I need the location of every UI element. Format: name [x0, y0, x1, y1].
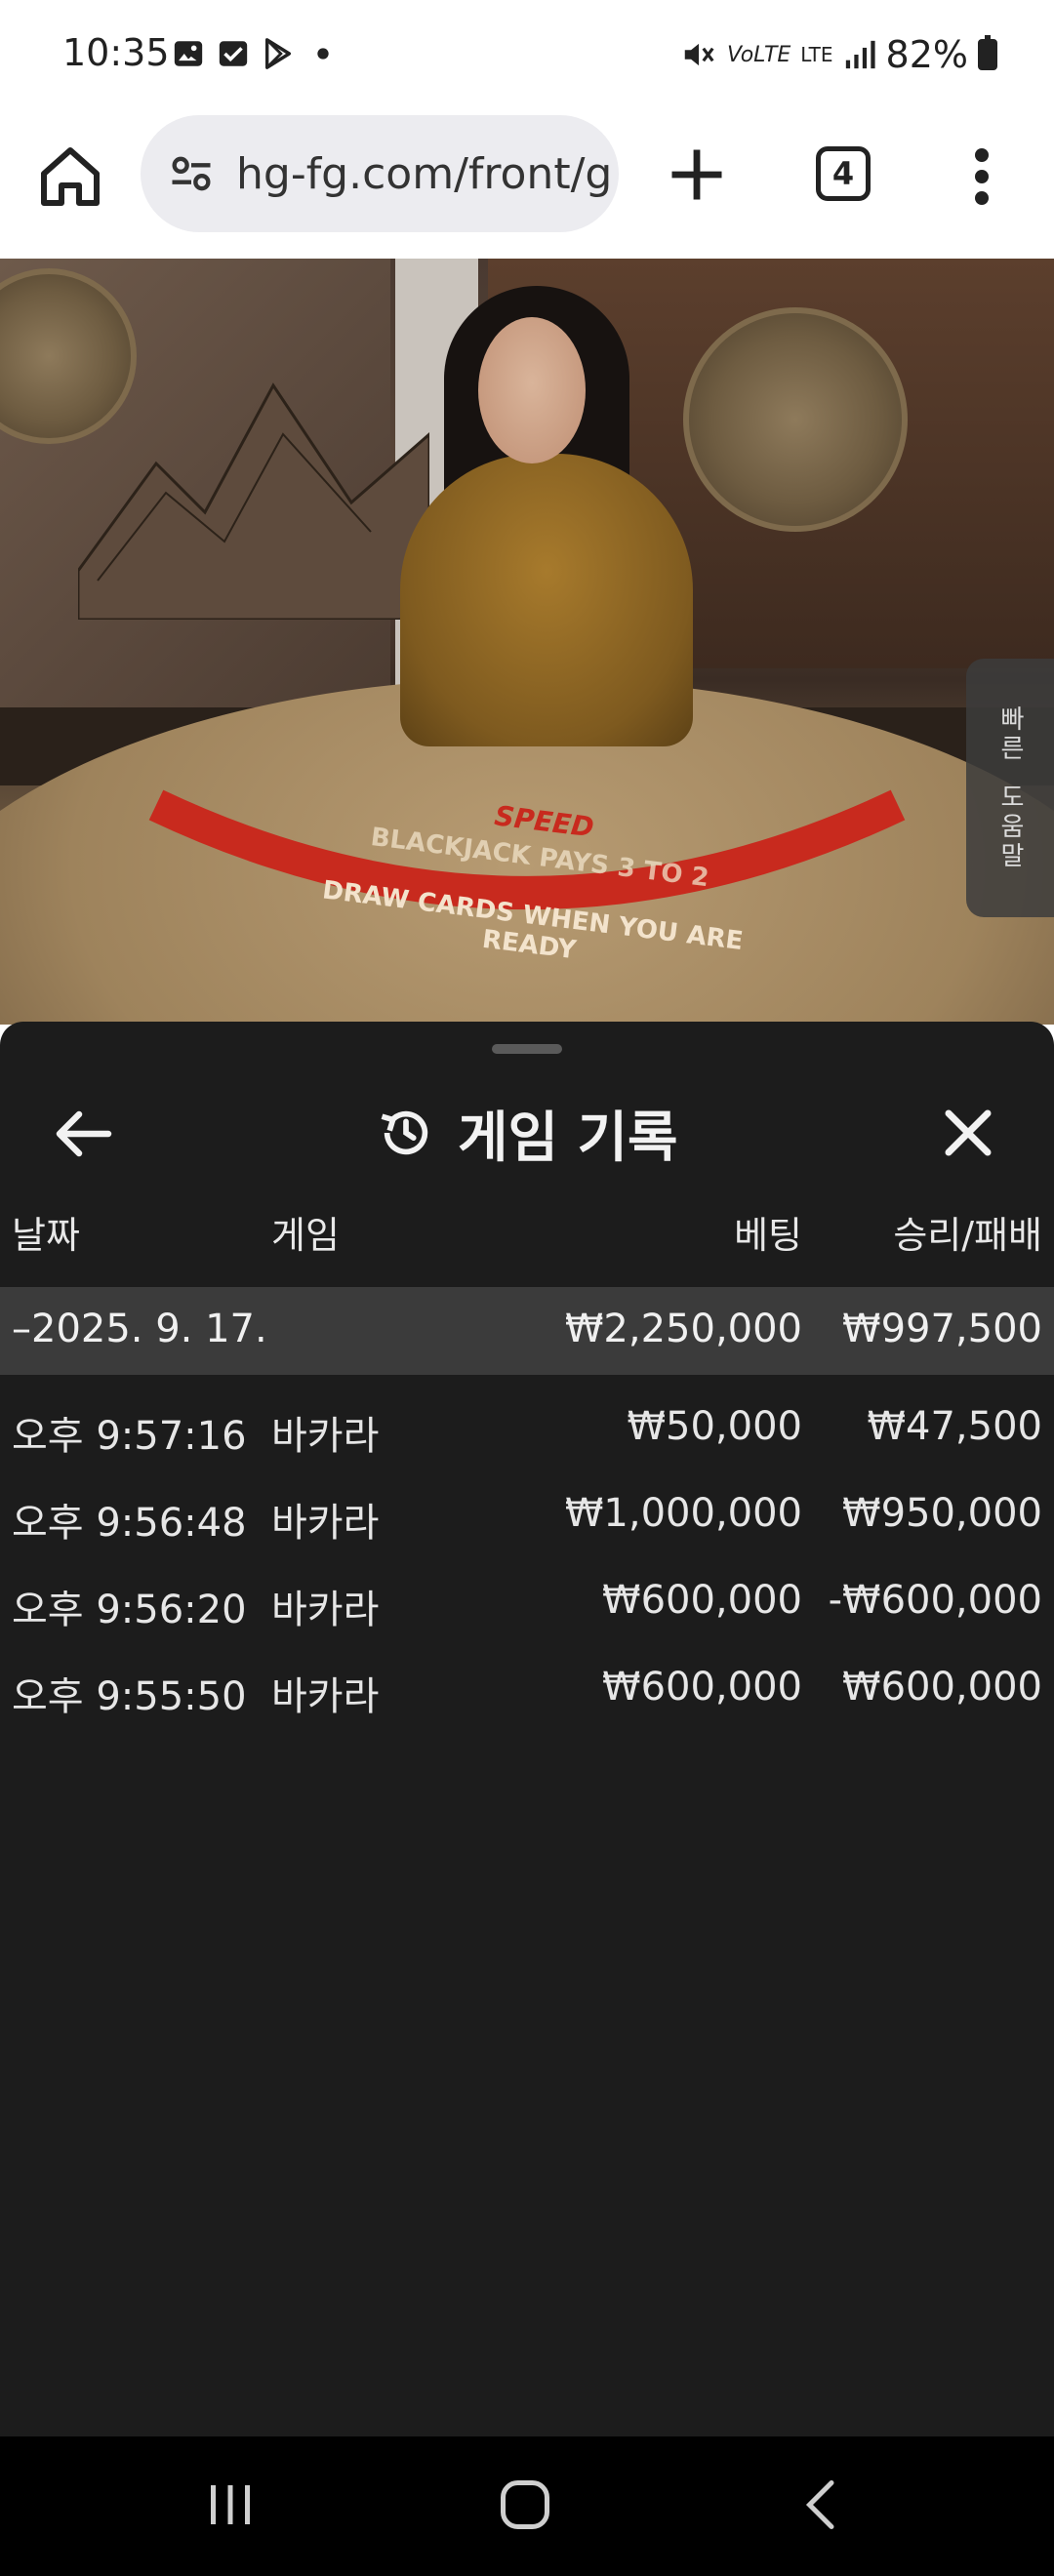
url-text[interactable]: hg-fg.com/front/g: [236, 149, 612, 199]
row-time: 오후 9:55:50: [12, 1674, 247, 1719]
tab-switcher-button[interactable]: 4: [816, 146, 871, 201]
recent-apps-icon[interactable]: [201, 2475, 260, 2534]
table-row[interactable]: 오후 9:56:48 바카라 ₩1,000,000 ₩950,000: [0, 1471, 1054, 1558]
back-nav-icon[interactable]: [792, 2475, 851, 2534]
new-tab-icon[interactable]: [664, 141, 730, 208]
home-icon[interactable]: [35, 141, 105, 212]
notification-icons: [172, 37, 340, 70]
header-bet: 베팅: [734, 1214, 802, 1257]
close-icon[interactable]: [939, 1104, 997, 1162]
quick-help-label-2: 도움말: [995, 783, 1025, 871]
row-game: 바카라: [271, 1588, 380, 1632]
decor-medal-right: [683, 307, 908, 532]
row-game: 바카라: [271, 1501, 380, 1546]
row-win-loss: -₩600,000: [828, 1578, 1042, 1623]
lte-icon: LTE: [800, 43, 833, 66]
row-time: 오후 9:56:20: [12, 1588, 247, 1632]
table-row[interactable]: 오후 9:57:16 바카라 ₩50,000 ₩47,500: [0, 1385, 1054, 1471]
quick-help-tab[interactable]: 빠른 도움말: [966, 659, 1054, 917]
quick-help-label-1: 빠른: [995, 704, 1025, 764]
row-win-loss: ₩47,500: [867, 1404, 1042, 1449]
sheet-title-group: 게임 기록: [376, 1094, 678, 1172]
table-row[interactable]: 오후 9:56:20 바카라 ₩600,000 -₩600,000: [0, 1558, 1054, 1645]
mountain-mural: [78, 382, 429, 620]
battery-percent: 82%: [885, 33, 968, 76]
system-nav-bar: [0, 2436, 1054, 2576]
system-status: VoLTE LTE 82%: [680, 33, 997, 76]
header-game: 게임: [271, 1214, 340, 1257]
row-game: 바카라: [271, 1414, 380, 1459]
row-bet: ₩600,000: [602, 1578, 802, 1623]
sheet-drag-handle[interactable]: [492, 1044, 562, 1054]
status-bar: 10:35 VoLTE LTE 82%: [0, 0, 1054, 112]
checkbox-icon: [219, 41, 248, 66]
history-rows: 오후 9:57:16 바카라 ₩50,000 ₩47,500 오후 9:56:4…: [0, 1385, 1054, 1732]
browser-toolbar: hg-fg.com/front/g 4: [0, 112, 1054, 259]
home-nav-icon[interactable]: [496, 2475, 554, 2534]
site-settings-icon[interactable]: [166, 148, 217, 199]
volte-icon: VoLTE: [726, 42, 791, 67]
status-time: 10:35: [62, 31, 170, 74]
header-date: 날짜: [12, 1214, 80, 1257]
history-icon: [381, 1110, 428, 1155]
row-win-loss: ₩600,000: [842, 1665, 1042, 1710]
live-dealer-video[interactable]: SPEED BLACKJACK PAYS 3 TO 2 DRAW CARDS W…: [0, 259, 1054, 1025]
dot-icon: [317, 48, 329, 60]
row-time: 오후 9:56:48: [12, 1501, 247, 1546]
dealer-head: [478, 317, 586, 463]
row-time: 오후 9:57:16: [12, 1414, 247, 1459]
signal-icon: [845, 40, 875, 69]
back-arrow-icon[interactable]: [55, 1109, 113, 1158]
row-bet: ₩600,000: [602, 1665, 802, 1710]
dealer-body: [400, 454, 693, 746]
sheet-header: 게임 기록: [0, 1080, 1054, 1187]
table-row[interactable]: 오후 9:55:50 바카라 ₩600,000 ₩600,000: [0, 1645, 1054, 1732]
sheet-title: 게임 기록: [458, 1106, 678, 1170]
summary-bet: ₩2,250,000: [564, 1307, 802, 1351]
row-bet: ₩50,000: [627, 1404, 802, 1449]
mute-icon: [684, 43, 714, 66]
battery-icon: [978, 35, 997, 70]
address-bar[interactable]: hg-fg.com/front/g: [141, 115, 619, 232]
day-summary-row[interactable]: –2025. 9. 17. ₩2,250,000 ₩997,500: [0, 1287, 1054, 1375]
table-header: 날짜 게임 베팅 승리/패배: [0, 1205, 1054, 1283]
row-win-loss: ₩950,000: [842, 1491, 1042, 1536]
summary-date: –2025. 9. 17.: [12, 1307, 267, 1351]
gallery-icon: [174, 41, 203, 66]
row-game: 바카라: [271, 1674, 380, 1719]
game-history-sheet: 게임 기록 날짜 게임 베팅 승리/패배 –2025. 9. 17. ₩2,25…: [0, 1022, 1054, 2436]
more-menu-icon[interactable]: [962, 147, 1001, 206]
row-bet: ₩1,000,000: [564, 1491, 802, 1536]
summary-win-loss: ₩997,500: [842, 1307, 1042, 1351]
play-store-icon: [264, 38, 292, 69]
header-win-loss: 승리/패배: [893, 1214, 1042, 1257]
